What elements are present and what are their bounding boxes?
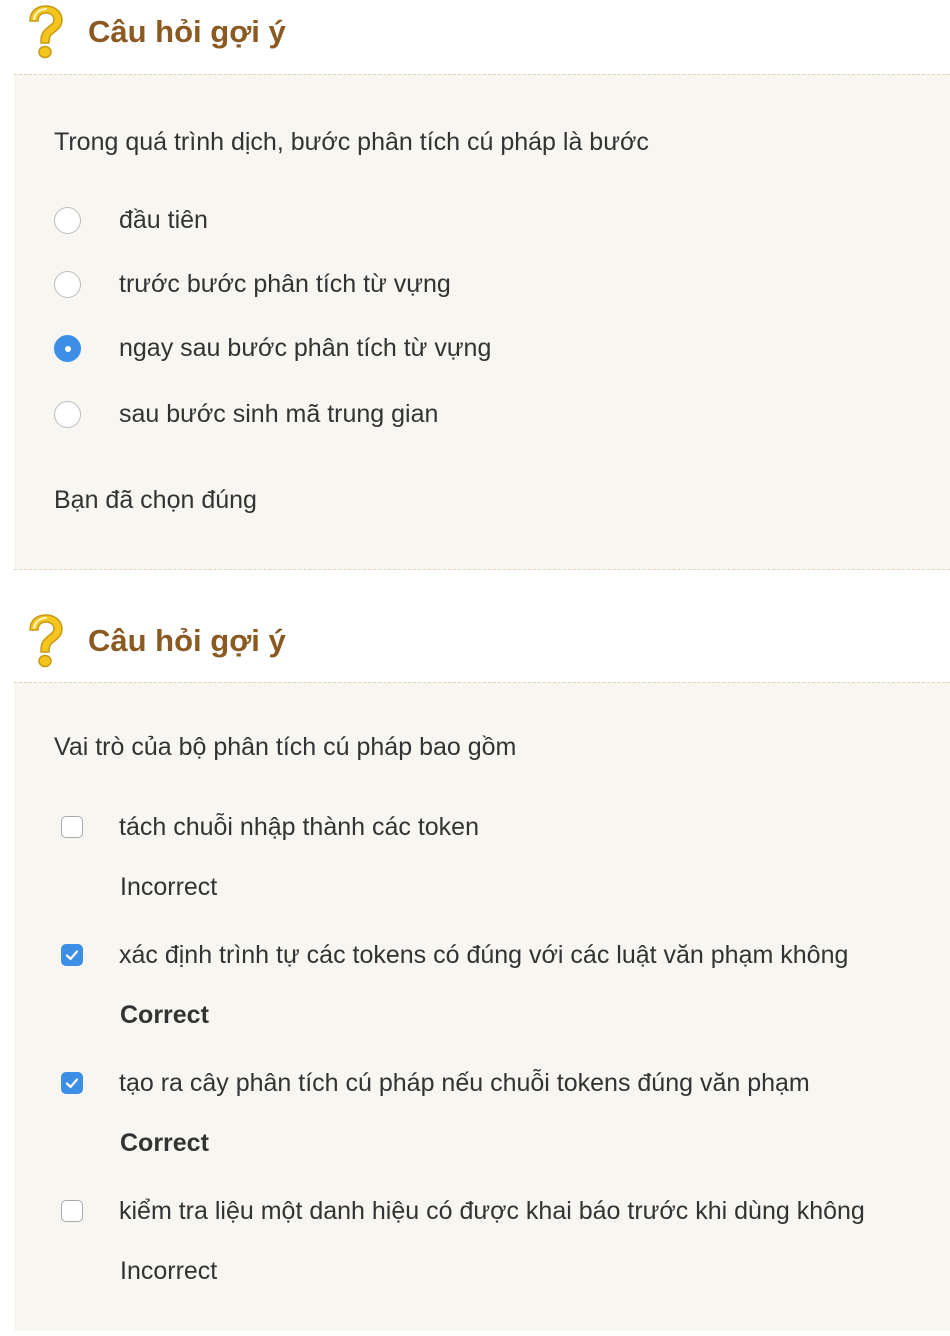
option-row-2[interactable]: xác định trình tự các tokens có đúng với… — [54, 938, 848, 972]
checkbox-checked[interactable] — [61, 1072, 83, 1094]
option-row-2[interactable]: trước bước phân tích từ vựng — [54, 267, 451, 301]
option-label: kiểm tra liệu một danh hiệu có được khai… — [119, 1196, 865, 1225]
hint-question-section-1: Câu hỏi gợi ý Trong quá trình dịch, bước… — [0, 0, 950, 570]
hint-question-section-2: Câu hỏi gợi ý Vai trò của bộ phân tích c… — [0, 613, 950, 1331]
radio-button[interactable] — [54, 270, 81, 298]
result-message: Bạn đã chọn đúng — [54, 486, 257, 514]
option-label: trước bước phân tích từ vựng — [119, 269, 451, 298]
radio-button-selected[interactable] — [54, 334, 81, 362]
question-panel: Trong quá trình dịch, bước phân tích cú … — [14, 74, 950, 570]
option-label: xác định trình tự các tokens có đúng với… — [119, 940, 849, 969]
question-text: Vai trò của bộ phân tích cú pháp bao gồm — [54, 733, 517, 761]
option-label: tạo ra cây phân tích cú pháp nếu chuỗi t… — [119, 1068, 810, 1097]
checkmark-icon — [65, 1078, 79, 1089]
option-row-3[interactable]: tạo ra cây phân tích cú pháp nếu chuỗi t… — [54, 1066, 810, 1100]
checkbox-checked[interactable] — [61, 944, 83, 966]
checkbox[interactable] — [61, 816, 83, 838]
radio-button[interactable] — [54, 400, 81, 428]
section-title: Câu hỏi gợi ý — [88, 623, 286, 658]
option-label: tách chuỗi nhập thành các token — [119, 812, 479, 841]
question-mark-icon — [29, 614, 63, 668]
option-row-3[interactable]: ngay sau bước phân tích từ vựng — [54, 331, 491, 365]
feedback-incorrect: Incorrect — [120, 873, 218, 901]
feedback-correct: Correct — [120, 1001, 209, 1029]
section-header: Câu hỏi gợi ý — [0, 613, 950, 682]
option-row-4[interactable]: kiểm tra liệu một danh hiệu có được khai… — [54, 1194, 865, 1228]
option-row-1[interactable]: đầu tiên — [54, 203, 208, 237]
option-row-1[interactable]: tách chuỗi nhập thành các token — [54, 810, 479, 844]
checkbox[interactable] — [61, 1200, 83, 1222]
feedback-correct: Correct — [120, 1129, 209, 1157]
section-header: Câu hỏi gợi ý — [0, 0, 950, 74]
checkmark-icon — [65, 950, 79, 961]
option-label: ngay sau bước phân tích từ vựng — [119, 333, 492, 362]
option-label: đầu tiên — [119, 205, 208, 234]
question-mark-icon — [29, 5, 63, 59]
section-title: Câu hỏi gợi ý — [88, 14, 286, 49]
question-panel: Vai trò của bộ phân tích cú pháp bao gồm… — [14, 682, 950, 1331]
feedback-incorrect: Incorrect — [120, 1257, 218, 1285]
option-label: sau bước sinh mã trung gian — [119, 399, 439, 428]
option-row-4[interactable]: sau bước sinh mã trung gian — [54, 397, 438, 431]
question-text: Trong quá trình dịch, bước phân tích cú … — [54, 128, 649, 156]
radio-button[interactable] — [54, 206, 81, 234]
